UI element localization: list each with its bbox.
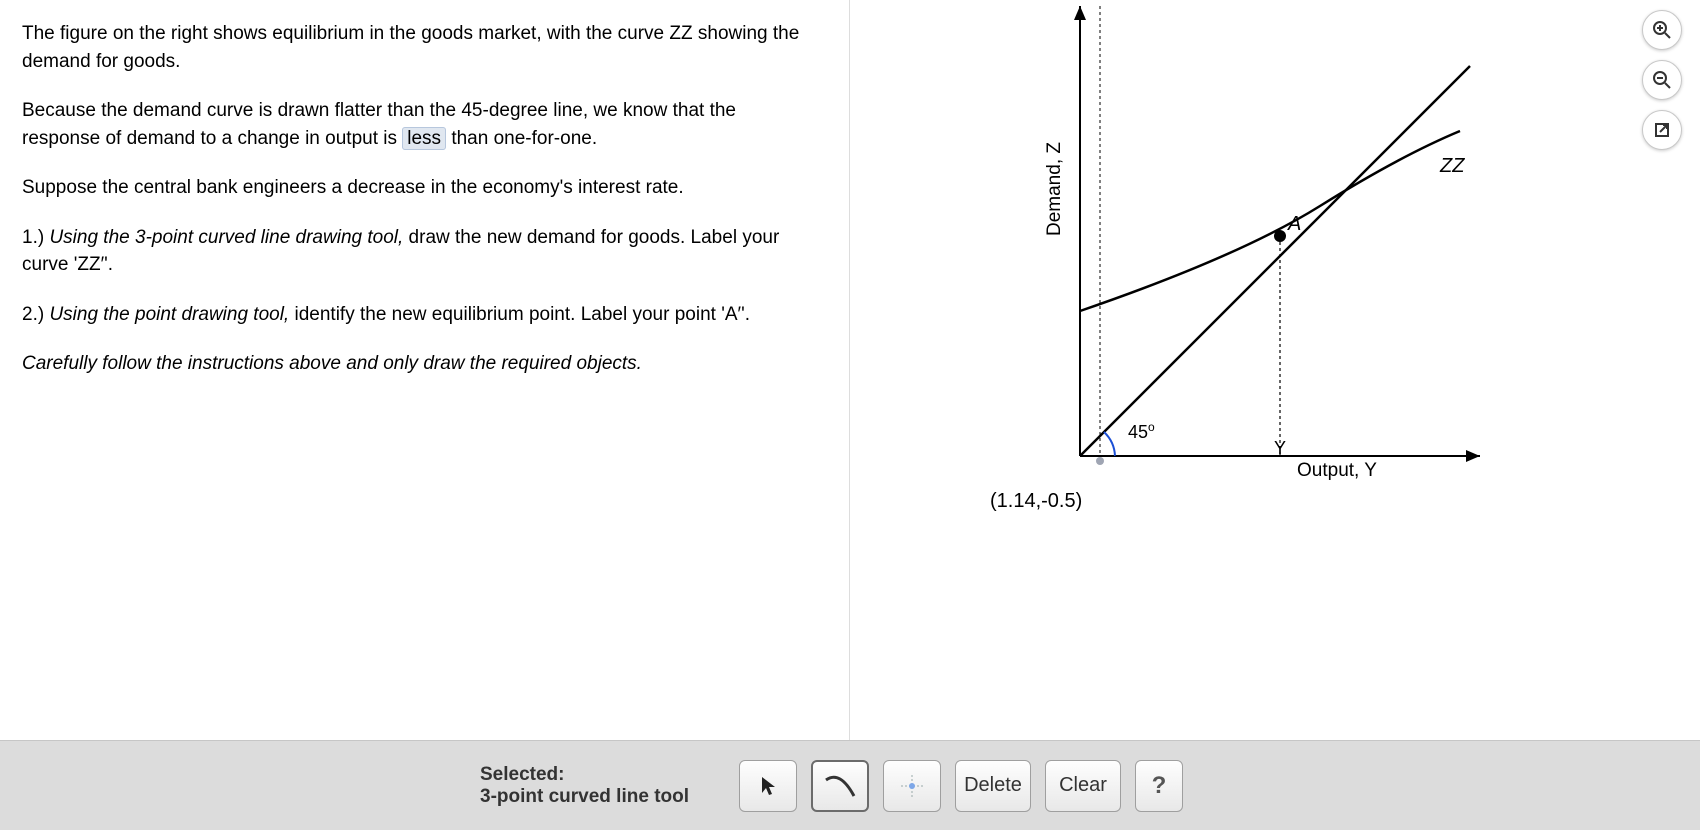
pointer-tool-button[interactable] bbox=[739, 760, 797, 812]
drawing-toolbar: Selected: 3-point curved line tool Delet… bbox=[0, 740, 1700, 830]
question-text: The figure on the right shows equilibriu… bbox=[0, 0, 850, 740]
zoom-in-icon bbox=[1652, 20, 1672, 40]
para-2: Because the demand curve is drawn flatte… bbox=[22, 97, 819, 152]
cursor-icon bbox=[759, 775, 777, 797]
para-3: Suppose the central bank engineers a dec… bbox=[22, 174, 819, 202]
curve-icon bbox=[822, 772, 858, 800]
question-2: 2.) Using the point drawing tool, identi… bbox=[22, 301, 819, 329]
zoom-in-button[interactable] bbox=[1642, 10, 1682, 50]
y-tick-label: Y bbox=[1274, 438, 1286, 458]
zoom-out-button[interactable] bbox=[1642, 60, 1682, 100]
point-tool-button[interactable] bbox=[883, 760, 941, 812]
chart-area[interactable]: A ZZ 45o Y Output, Y Demand, Z bbox=[1040, 6, 1510, 526]
y-axis-label: Demand, Z bbox=[1044, 142, 1065, 236]
graph-panel[interactable]: A ZZ 45o Y Output, Y Demand, Z (1.14,-0.… bbox=[850, 0, 1700, 740]
help-button[interactable]: ? bbox=[1135, 760, 1183, 812]
delete-button[interactable]: Delete bbox=[955, 760, 1031, 812]
zoom-out-icon bbox=[1652, 70, 1672, 90]
answer-dropdown[interactable]: less bbox=[402, 127, 446, 150]
point-a-label: A bbox=[1287, 213, 1301, 235]
curve-tool-button[interactable] bbox=[811, 760, 869, 812]
angle-label: 45o bbox=[1128, 420, 1155, 442]
fullscreen-button[interactable] bbox=[1642, 110, 1682, 150]
point-icon bbox=[899, 773, 925, 799]
selected-tool-indicator: Selected: 3-point curved line tool bbox=[480, 764, 689, 808]
fullscreen-icon bbox=[1653, 121, 1671, 139]
zoom-tools bbox=[1642, 10, 1682, 150]
question-1: 1.) Using the 3-point curved line drawin… bbox=[22, 224, 819, 279]
cursor-coordinates: (1.14,-0.5) bbox=[990, 490, 1082, 513]
x-axis-label: Output, Y bbox=[1297, 460, 1377, 481]
clear-button[interactable]: Clear bbox=[1045, 760, 1121, 812]
zz-label: ZZ bbox=[1439, 155, 1465, 177]
instruction-note: Carefully follow the instructions above … bbox=[22, 350, 819, 378]
para-1: The figure on the right shows equilibriu… bbox=[22, 20, 819, 75]
